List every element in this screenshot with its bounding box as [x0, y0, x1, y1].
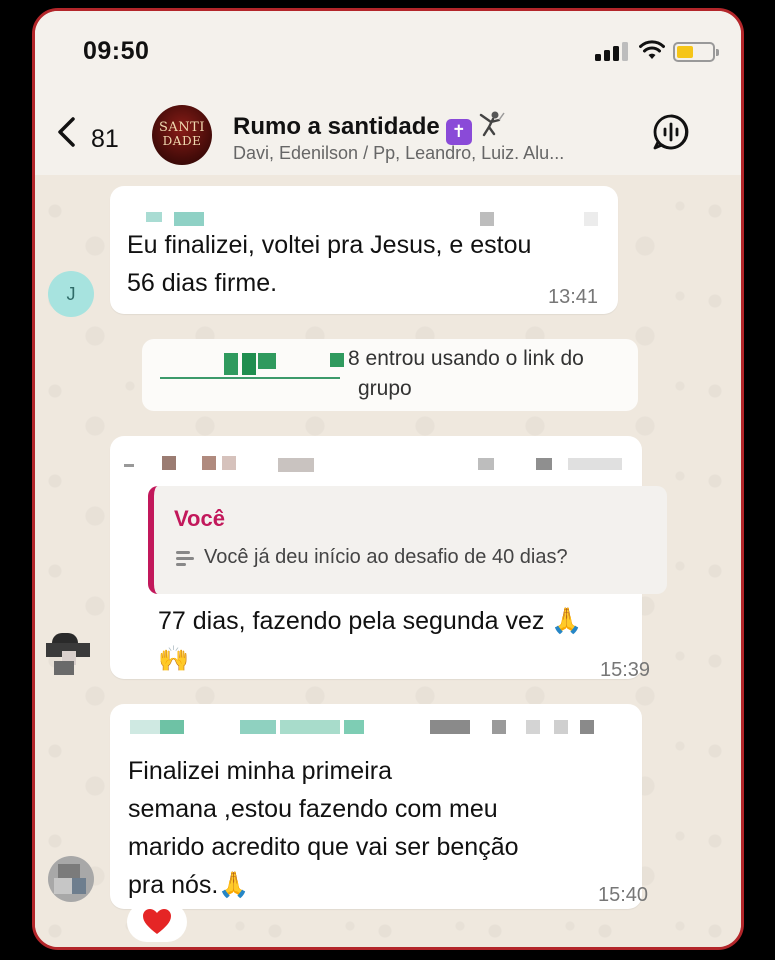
message-bubble[interactable]: Você Você já deu início ao desafio de 40…	[110, 436, 667, 681]
group-avatar[interactable]: SANTI DADE	[152, 105, 212, 165]
reaction-badge[interactable]: ❤️	[127, 902, 187, 942]
unread-count[interactable]: 81	[91, 125, 119, 154]
avatar[interactable]	[42, 633, 94, 677]
sender-phone-redacted	[480, 212, 600, 226]
system-message: 8 entrou usando o link do grupo	[142, 339, 638, 411]
message-time: 13:41	[548, 286, 599, 308]
sender-phone-redacted	[430, 720, 630, 734]
wifi-icon	[639, 40, 665, 59]
text-lines-icon	[176, 551, 194, 566]
status-time: 09:50	[83, 37, 150, 65]
sender-name-redacted	[130, 720, 370, 734]
quote-text: Você já deu início ao desafio de 40 dias…	[204, 546, 568, 568]
redacted-name	[160, 349, 350, 379]
heart-icon	[143, 909, 171, 934]
group-avatar-text: DADE	[162, 134, 202, 148]
sender-name-redacted	[124, 456, 324, 472]
message-text: Eu finalizei, voltei pra Jesus, e estou …	[127, 231, 532, 297]
phone-frame: 09:50 81 SANTI DADE Rumo a santidade ✝ Da…	[32, 8, 744, 950]
message-bubble[interactable]: Eu finalizei, voltei pra Jesus, e estou …	[110, 186, 618, 314]
group-members: Davi, Edenilson / Pp, Leandro, Luiz. Alu…	[233, 143, 565, 163]
quote-author: Você	[174, 506, 225, 531]
message-bubble[interactable]: Finalizei minha primeira semana ,estou f…	[110, 704, 648, 909]
message-time: 15:39	[600, 659, 651, 681]
cross-emoji-icon: ✝	[445, 119, 472, 145]
message-text: Finalizei minha primeira semana ,estou f…	[128, 757, 519, 899]
fencer-emoji-icon	[479, 111, 505, 137]
status-bar: 09:50	[35, 11, 741, 91]
group-name-text: Rumo a santidade	[233, 113, 440, 140]
system-message-text-2: grupo	[358, 377, 412, 400]
system-message-text: 8 entrou usando o link do	[348, 347, 584, 370]
voice-chat-icon[interactable]	[652, 113, 690, 151]
sender-name-redacted	[146, 212, 206, 226]
chat-header: 81 SANTI DADE Rumo a santidade ✝ Davi, Ed…	[35, 91, 741, 175]
battery-icon	[673, 42, 719, 62]
chevron-left-icon[interactable]	[51, 115, 81, 149]
message-time: 15:40	[598, 884, 649, 906]
message-text: 77 dias, fazendo pela segunda vez 🙏 🙌	[158, 607, 583, 673]
signal-icon	[595, 41, 629, 61]
quoted-message[interactable]: Você Você já deu início ao desafio de 40…	[148, 486, 667, 594]
avatar[interactable]	[48, 856, 94, 902]
group-title[interactable]: Rumo a santidade ✝	[233, 109, 506, 145]
group-avatar-text: SANTI	[159, 120, 205, 135]
sender-phone-redacted	[478, 458, 638, 470]
avatar[interactable]: J	[48, 271, 94, 317]
